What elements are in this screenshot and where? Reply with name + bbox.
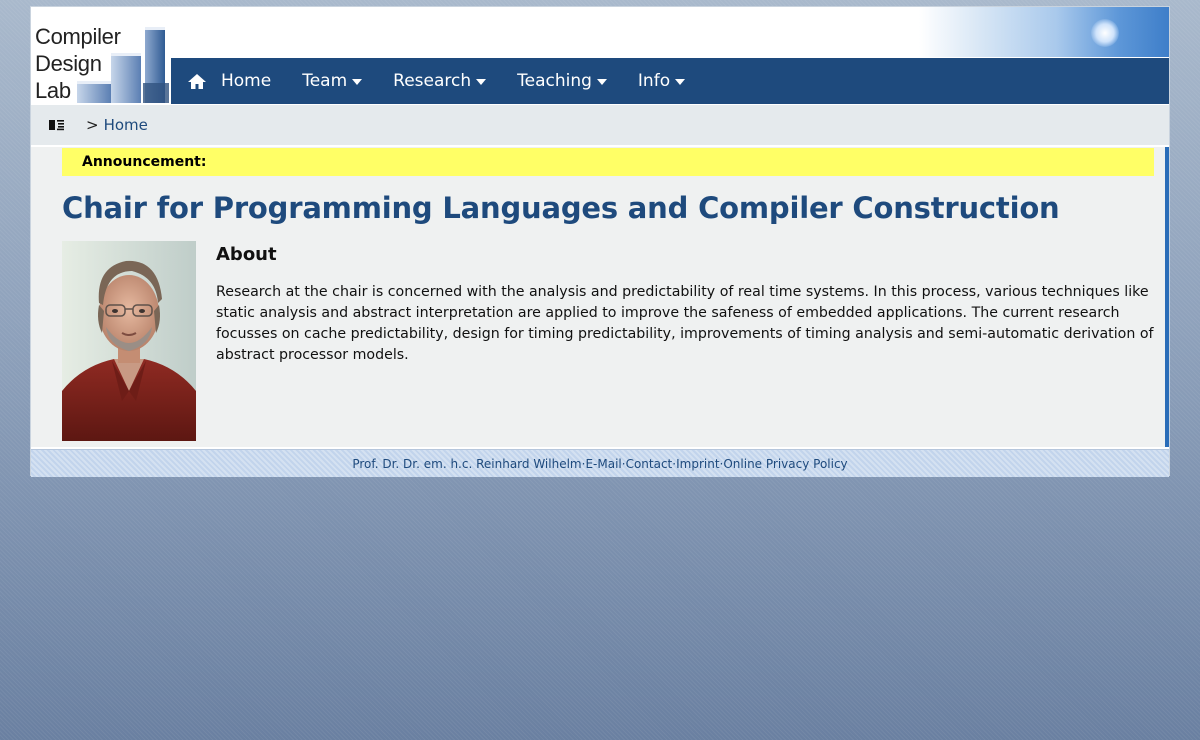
chevron-down-icon [596,79,607,85]
page-title: Chair for Programming Languages and Comp… [62,191,1060,225]
footer-imprint-link[interactable]: Imprint [676,457,719,471]
nav-info-label: Info [637,71,671,91]
breadcrumb-separator: > [86,116,99,134]
logo-line-1: Compiler [35,24,121,49]
announcement-banner: Announcement: [62,148,1154,176]
nav-research[interactable]: Research [393,71,487,91]
main-content: Announcement: Chair for Programming Lang… [31,147,1169,447]
footer-contact-link[interactable]: Contact [626,457,673,471]
breadcrumb-home-link[interactable]: Home [104,116,148,134]
about-paragraph: Research at the chair is concerned with … [216,284,1154,363]
page-container: Compiler Design Lab Home Team Research T… [30,6,1170,477]
about-heading: About [216,244,277,265]
chevron-down-icon [352,79,363,85]
footer-privacy-link[interactable]: Online Privacy Policy [723,457,847,471]
nav-home[interactable]: Home [187,71,271,91]
site-header: Compiler Design Lab Home Team Research T… [31,7,1169,105]
breadcrumb: > Home [31,105,1169,145]
sidebar-toggle-icon[interactable] [49,119,64,131]
footer-name-link[interactable]: Prof. Dr. Dr. em. h.c. Reinhard Wilhelm [352,457,581,471]
site-logo[interactable]: Compiler Design Lab [33,9,169,103]
home-icon [187,73,207,90]
portrait-photo [62,241,196,441]
site-footer: Prof. Dr. Dr. em. h.c. Reinhard Wilhelm … [31,449,1169,477]
logo-text: Compiler Design Lab [35,23,121,104]
nav-teaching[interactable]: Teaching [517,71,607,91]
nav-teaching-label: Teaching [517,71,592,91]
nav-info[interactable]: Info [637,71,686,91]
header-decoration [919,7,1169,57]
chevron-down-icon [675,79,686,85]
announcement-label: Announcement: [82,154,207,170]
nav-home-label: Home [221,71,272,91]
footer-email-link[interactable]: E-Mail [585,457,621,471]
logo-line-2: Design [35,51,102,76]
chevron-down-icon [476,79,487,85]
nav-team[interactable]: Team [302,71,363,91]
main-navbar: Home Team Research Teaching Info [171,58,1169,104]
logo-line-3: Lab [35,78,71,103]
nav-research-label: Research [393,71,472,91]
nav-team-label: Team [302,71,348,91]
